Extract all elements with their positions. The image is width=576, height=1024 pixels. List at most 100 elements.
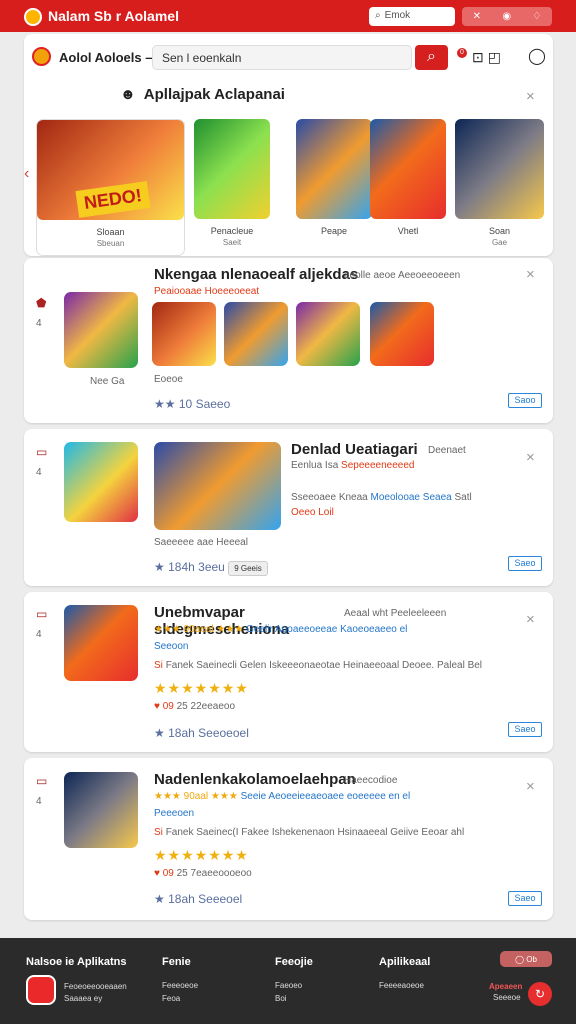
footer-link[interactable]: Feoa xyxy=(162,994,180,1003)
footer-column-title: Apilikeaal xyxy=(379,956,431,968)
game-art xyxy=(296,119,372,219)
footer-title: Nalsoe ie Aplikatns xyxy=(26,956,127,968)
language-selector[interactable]: ◯ Ob xyxy=(500,951,552,967)
game-art xyxy=(194,119,270,219)
card-label: Sloaan xyxy=(96,227,125,237)
star-rating: ★★★★★★★ xyxy=(154,847,249,863)
star-rating: ★★★★★★★ xyxy=(154,680,249,696)
app-icon[interactable] xyxy=(64,442,138,522)
footer-logo xyxy=(26,975,56,1005)
section-title: Nkengaa nlenaoealf aljekdas xyxy=(154,266,359,283)
featured-avatar: ☻ xyxy=(120,86,136,103)
close-icon[interactable]: × xyxy=(526,449,535,466)
likes: ♥ 09 25 22eeaeoo xyxy=(154,701,235,712)
review-text: Seeie Aeoeeieeaeoaee eoeeeee en el xyxy=(240,791,411,802)
card-subtitle: Sbeuan xyxy=(96,239,125,248)
app-meta: Eenlua Isa Sepeeeeneeeed xyxy=(291,460,414,471)
footer-link[interactable]: Feeeoeoe xyxy=(162,981,198,990)
star-icon: ★ xyxy=(154,726,165,740)
rating-summary: ★★★ 90aal ★★★ Seeie Aeoeeieeaeoaee eoeee… xyxy=(154,791,410,802)
star-icon: ★ xyxy=(154,892,165,906)
close-icon[interactable]: × xyxy=(526,778,535,795)
footer-link[interactable]: Boi xyxy=(275,994,287,1003)
rating-value: 10 xyxy=(178,397,193,411)
description-text: Fanek Saeinec(I Fakee Ishekenenaon Hsina… xyxy=(165,827,465,838)
install-button[interactable]: Saeo xyxy=(508,556,542,571)
game-thumbnail[interactable] xyxy=(224,302,288,366)
heart-icon: ♥ 09 xyxy=(154,701,174,712)
description-accent: Moeolooae Seaea xyxy=(370,492,452,503)
app-description: Si Fanek Saeinec(I Fakee Ishekenenaon Hs… xyxy=(154,827,464,838)
close-icon[interactable]: × xyxy=(526,88,535,105)
rating: ★ 18ah Seeoeoel xyxy=(154,726,249,740)
game-thumbnail[interactable] xyxy=(370,302,434,366)
game-art xyxy=(370,119,446,219)
heart-icon: ♥ 09 xyxy=(154,868,174,879)
likes: ♥ 09 25 7eaeeoooeoo xyxy=(154,868,252,879)
featured-heading: ☻ Apllajpak Aclapanai xyxy=(120,86,285,103)
rating-text: Seeoeoel xyxy=(198,726,249,740)
search-button[interactable]: ⌕ xyxy=(415,45,448,70)
featured-title: Apllajpak Aclapanai xyxy=(143,86,285,103)
rating: ★ 18ah Seeeoel xyxy=(154,892,242,906)
game-banner[interactable] xyxy=(154,442,281,530)
featured-card[interactable]: Penacleue Saeit xyxy=(194,119,270,255)
app-icon[interactable] xyxy=(64,605,138,681)
app-icon[interactable] xyxy=(64,292,138,368)
toolbar-icon-group[interactable]: ⊡◰ xyxy=(472,49,505,66)
close-icon[interactable]: × xyxy=(526,611,535,628)
game-thumbnail[interactable] xyxy=(296,302,360,366)
top-action-group[interactable]: ✕ ◉ ♢ xyxy=(462,7,552,26)
featured-card[interactable]: Soan Gae xyxy=(455,119,544,255)
notification-badge[interactable]: 0 xyxy=(457,48,467,58)
card-label: Soan xyxy=(488,226,511,236)
game-art xyxy=(455,119,544,219)
close-icon[interactable]: × xyxy=(526,266,535,283)
toolbar: Aolol Aoloels – Sen l eoenkaln ⌕ 0 ⊡◰ ◯ xyxy=(32,41,552,73)
close-icon[interactable]: ✕ xyxy=(473,11,481,22)
rating-value: 18ah xyxy=(168,726,195,740)
search-input[interactable]: Sen l eoenkaln xyxy=(152,45,412,70)
app-icon[interactable] xyxy=(64,772,138,848)
carousel-previous-icon[interactable]: ‹ xyxy=(24,165,29,183)
card-subtitle: Saeit xyxy=(222,238,242,247)
install-button[interactable]: Saeo xyxy=(508,722,542,737)
app-subtitle: Deenaet xyxy=(428,445,466,456)
brand-title: Nalam Sb r Aolamel xyxy=(48,8,179,24)
review-date: 25 22eeaeoo xyxy=(176,701,236,712)
floating-action-button[interactable]: ↻ xyxy=(528,982,552,1006)
mail-icon[interactable]: ⊡ xyxy=(472,49,488,65)
review-date: 25 7eaeeoooeoo xyxy=(176,868,252,879)
description-tail: Satl xyxy=(454,492,472,503)
footer-link[interactable]: Faeoeo xyxy=(275,981,302,990)
star-text: ★★★ 90aal ★★★ xyxy=(154,791,238,802)
featured-card[interactable]: NEDO! Sloaan Sbeuan xyxy=(36,119,185,256)
featured-card[interactable]: Peape xyxy=(296,119,372,255)
footer: Nalsoe ie Aplikatns Feoeoeeooeaaen Saaae… xyxy=(0,938,576,1024)
camera-icon[interactable]: ◰ xyxy=(488,49,505,65)
featured-card[interactable]: Vhetl xyxy=(370,119,446,255)
rank-icon: ▭ 4 xyxy=(36,445,48,478)
game-thumbnail[interactable] xyxy=(152,302,216,366)
rating-summary: ★★★ 90aeal ★★★ Geelir Agoaeeoeeae Kaoeoe… xyxy=(154,624,407,635)
rating: ★★ 10 Saeeo xyxy=(154,397,230,411)
card-label: Peape xyxy=(320,226,348,236)
target-icon[interactable]: ◉ xyxy=(502,11,511,22)
store-label: Apeaeen xyxy=(489,982,523,991)
app-description: Sseeoaee Kneaa Moeolooae Seaea Satl xyxy=(291,492,472,503)
user-icon[interactable]: ◯ xyxy=(528,46,546,66)
rating-reviews: Saeeo xyxy=(195,397,231,411)
install-button[interactable]: Saeo xyxy=(508,891,542,906)
meta-accent: Sepeeeeneeeed xyxy=(341,460,415,471)
top-search-input[interactable]: ⌕ Emok xyxy=(369,7,455,26)
rating-text: Seeeoel xyxy=(198,892,243,906)
rating: ★ 184h 3eeu 9 Geeis xyxy=(154,560,268,576)
card-label: Penacleue xyxy=(210,226,254,236)
footer-column-title: Fenie xyxy=(162,956,191,968)
description-prefix: Si xyxy=(154,827,163,838)
footer-link[interactable]: Feeeeaoeoe xyxy=(379,981,424,990)
app-description: Si Fanek Saeinecli Gelen Iskeeeonaeotae … xyxy=(154,660,482,671)
install-button[interactable]: Saoo xyxy=(508,393,542,408)
app-emphasis: Oeeo Loil xyxy=(291,507,334,518)
diamond-icon[interactable]: ♢ xyxy=(532,11,541,22)
